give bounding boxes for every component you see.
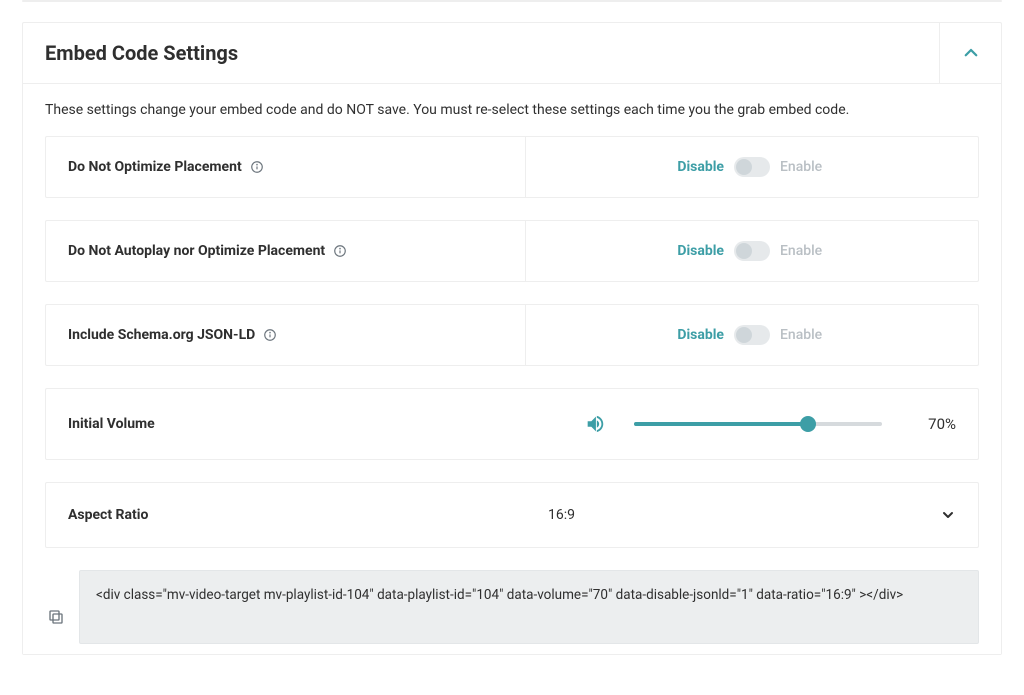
switch-knob [736, 159, 752, 175]
slider-thumb[interactable] [800, 416, 816, 432]
switch-knob [736, 327, 752, 343]
panel-header: Embed Code Settings [23, 23, 1001, 83]
row-do-not-optimize-label: Do Not Optimize Placement [68, 159, 242, 175]
row-include-jsonld-label: Include Schema.org JSON-LD [68, 327, 255, 343]
embed-code-settings-panel: Embed Code Settings These settings chang… [22, 22, 1002, 655]
row-initial-volume-label: Initial Volume [68, 416, 155, 432]
volume-slider[interactable] [634, 414, 882, 434]
embed-code-row: <div class="mv-video-target mv-playlist-… [45, 570, 979, 644]
do-not-autoplay-toggle[interactable] [734, 241, 770, 261]
copy-button[interactable] [45, 606, 67, 628]
row-include-jsonld-label-cell: Include Schema.org JSON-LD [46, 305, 526, 365]
panel-body: These settings change your embed code an… [23, 83, 1001, 654]
aspect-ratio-select[interactable]: 16:9 [548, 507, 956, 523]
toggle-enable-label: Enable [780, 159, 840, 175]
info-icon[interactable] [333, 244, 347, 258]
row-initial-volume: Initial Volume 70% [45, 388, 979, 460]
page: Embed Code Settings These settings chang… [0, 0, 1024, 675]
aspect-ratio-value: 16:9 [548, 507, 575, 523]
panel-title: Embed Code Settings [45, 41, 238, 65]
chevron-down-icon [940, 507, 956, 523]
panel-collapse-button[interactable] [939, 23, 1001, 83]
slider-fill [634, 422, 808, 426]
toggle-group: Disable Enable [548, 157, 956, 177]
volume-value: 70% [910, 415, 956, 433]
toggle-group: Disable Enable [548, 325, 956, 345]
panel-description: These settings change your embed code an… [45, 102, 979, 118]
chevron-up-icon [962, 44, 980, 62]
toggle-disable-label: Disable [664, 327, 724, 343]
row-do-not-optimize: Do Not Optimize Placement Disable Enable [45, 136, 979, 198]
top-spacer [22, 0, 1002, 2]
row-aspect-ratio: Aspect Ratio 16:9 [45, 482, 979, 548]
info-icon[interactable] [263, 328, 277, 342]
row-aspect-ratio-label: Aspect Ratio [68, 507, 148, 523]
toggle-group: Disable Enable [548, 241, 956, 261]
row-do-not-autoplay-control: Disable Enable [526, 221, 978, 281]
volume-control-group: 70% [548, 413, 956, 435]
toggle-disable-label: Disable [664, 159, 724, 175]
switch-knob [736, 243, 752, 259]
toggle-disable-label: Disable [664, 243, 724, 259]
row-initial-volume-control: 70% [526, 389, 978, 459]
row-do-not-autoplay: Do Not Autoplay nor Optimize Placement D… [45, 220, 979, 282]
row-include-jsonld-control: Disable Enable [526, 305, 978, 365]
row-aspect-ratio-label-cell: Aspect Ratio [46, 483, 526, 547]
row-do-not-autoplay-label: Do Not Autoplay nor Optimize Placement [68, 243, 325, 259]
row-do-not-optimize-control: Disable Enable [526, 137, 978, 197]
row-aspect-ratio-control: 16:9 [526, 483, 978, 547]
volume-icon [584, 413, 606, 435]
embed-code-box[interactable]: <div class="mv-video-target mv-playlist-… [79, 570, 979, 644]
toggle-enable-label: Enable [780, 243, 840, 259]
row-initial-volume-label-cell: Initial Volume [46, 389, 526, 459]
row-do-not-autoplay-label-cell: Do Not Autoplay nor Optimize Placement [46, 221, 526, 281]
row-include-jsonld: Include Schema.org JSON-LD Disable Enabl… [45, 304, 979, 366]
toggle-enable-label: Enable [780, 327, 840, 343]
do-not-optimize-toggle[interactable] [734, 157, 770, 177]
panel-header-title-area: Embed Code Settings [23, 23, 939, 83]
row-do-not-optimize-label-cell: Do Not Optimize Placement [46, 137, 526, 197]
info-icon[interactable] [250, 160, 264, 174]
include-jsonld-toggle[interactable] [734, 325, 770, 345]
